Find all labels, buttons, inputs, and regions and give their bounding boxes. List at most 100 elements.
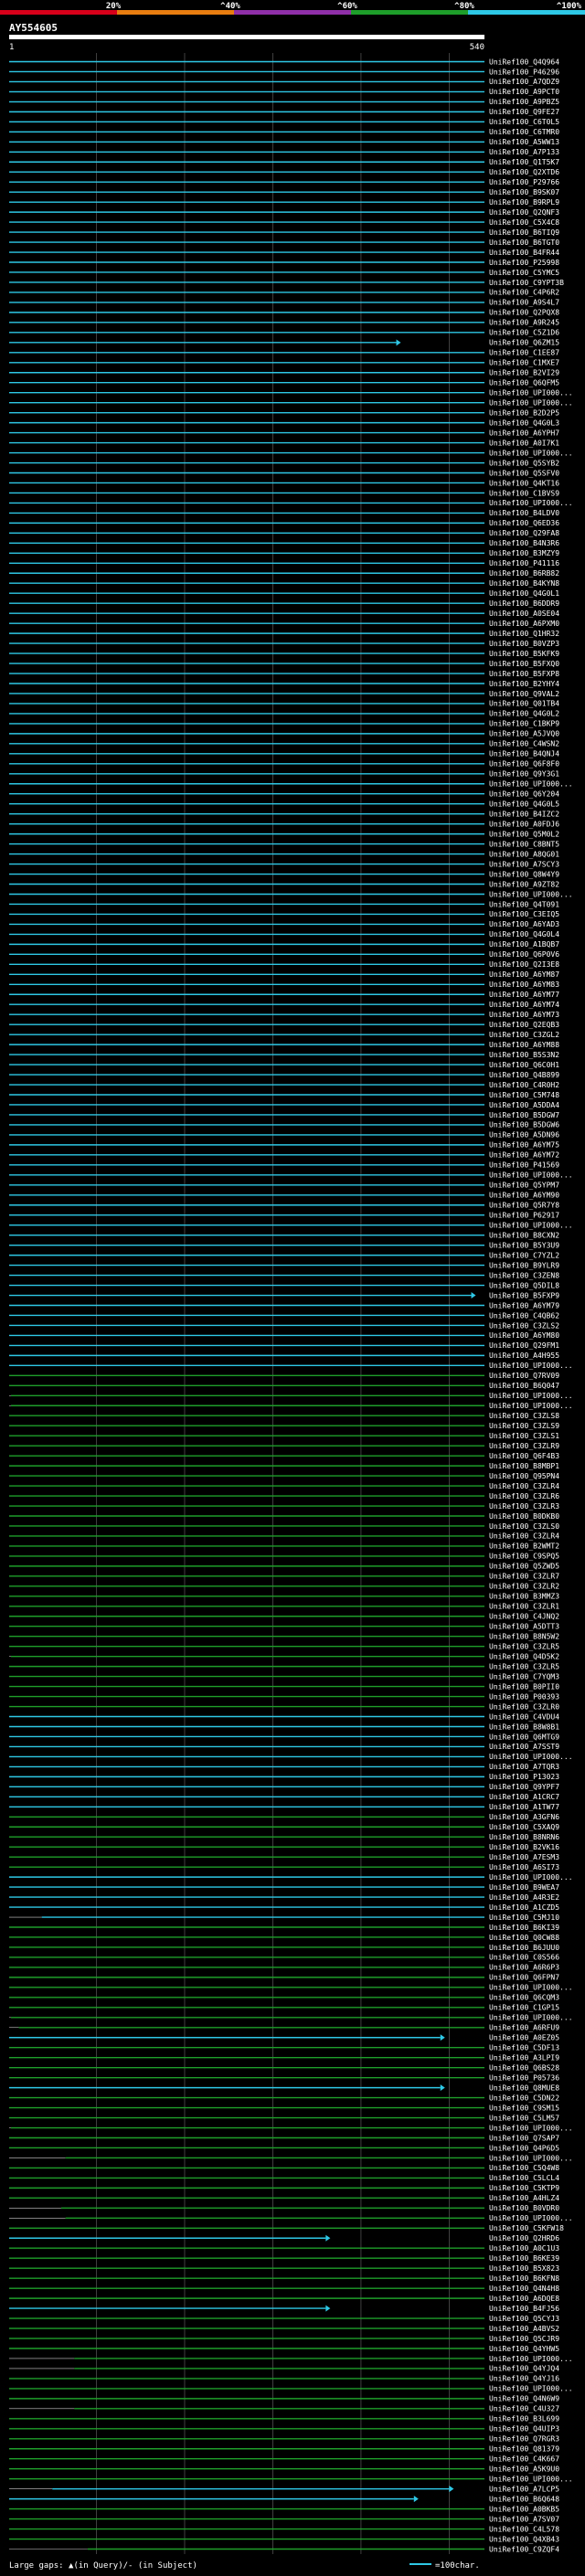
hit-label: UniRef100_C7YZL2: [489, 1251, 559, 1259]
hit-label: UniRef100_P29766: [489, 178, 559, 186]
hit-label: UniRef100_B9RPL9: [489, 198, 559, 207]
hit-label: UniRef100_B4IZC2: [489, 810, 559, 818]
hit-label: UniRef100_B6KI39: [489, 1924, 559, 1932]
hit-label: UniRef100_C3EIQ5: [489, 910, 559, 918]
hit-label: UniRef100_C4U327: [489, 2405, 559, 2413]
hit-label: UniRef100_B2WMT2: [489, 1542, 559, 1551]
hit-label: UniRef100_C3ZLR7: [489, 1573, 559, 1581]
hit-label: UniRef100_B6TGT0: [489, 239, 559, 247]
hit-label: UniRef100_P00393: [489, 1692, 559, 1701]
hit-label: UniRef100_A9PCT0: [489, 88, 559, 96]
hit-label: UniRef100_A9S4L7: [489, 299, 559, 307]
hit-label: UniRef100_Q2QNF3: [489, 208, 559, 217]
identity-scale-segment: [117, 10, 234, 15]
hit-label: UniRef100_A1TW77: [489, 1803, 559, 1811]
hit-label: UniRef100_A6YM73: [489, 1011, 559, 1019]
hit-label: UniRef100_B0PII0: [489, 1682, 559, 1691]
hit-label: UniRef100_B5Y3U9: [489, 1241, 559, 1249]
hit-label: UniRef100_Q2HRD6: [489, 2234, 559, 2242]
hit-label: UniRef100_UPI000...: [489, 2154, 573, 2162]
legend-text: Large gaps: ▲(in Query)/- (in Subject): [9, 2561, 197, 2571]
hit-label: UniRef100_UPI000...: [489, 398, 573, 407]
hit-label: UniRef100_A4BVS2: [489, 2325, 559, 2333]
hit-label: UniRef100_A1CZD5: [489, 1903, 559, 1912]
hit-label: UniRef100_B3L699: [489, 2415, 559, 2423]
hit-label: UniRef100_B3MMZ3: [489, 1593, 559, 1601]
hit-label: UniRef100_Q01TB4: [489, 700, 559, 708]
hit-label: UniRef100_Q4G0L2: [489, 710, 559, 718]
hit-label: UniRef100_C9ZQF4: [489, 2545, 559, 2553]
hit-label: UniRef100_B8CXN2: [489, 1231, 559, 1239]
hit-label: UniRef100_A8QG01: [489, 850, 559, 858]
hit-label: UniRef100_A7QDZ9: [489, 78, 559, 86]
hit-label: UniRef100_UPI000...: [489, 1392, 573, 1400]
hit-label: UniRef100_C3ZLR2: [489, 1583, 559, 1591]
hit-rows: UniRef100_Q4Q964 UniRef100_P46296 UniRef10…: [9, 58, 573, 2553]
hit-label: UniRef100_A6YM88: [489, 1041, 559, 1049]
hit-label: UniRef100_A0FDJ6: [489, 820, 559, 828]
hit-label: UniRef100_C3ZLR4: [489, 1532, 559, 1541]
hit-label: UniRef100_C6T0L5: [489, 118, 559, 126]
hit-label: UniRef100_Q0CW88: [489, 1934, 559, 1942]
hit-label: UniRef100_Q1T5K7: [489, 158, 559, 166]
hit-label: UniRef100_B4N3R6: [489, 539, 559, 547]
hit-label: UniRef100_Q6MTG9: [489, 1733, 559, 1741]
hit-label: UniRef100_Q4N6W9: [489, 2395, 559, 2403]
hit-label: UniRef100_Q4G0L1: [489, 589, 559, 598]
hit-label: UniRef100_C3ZLR0: [489, 1702, 559, 1711]
hit-label: UniRef100_C3ZLS9: [489, 1422, 559, 1430]
hit-label: UniRef100_B5S3N2: [489, 1051, 559, 1059]
hit-label: UniRef100_Q5CYJ3: [489, 2315, 559, 2323]
hit-label: UniRef100_Q5M0L2: [489, 830, 559, 838]
hit-label: UniRef100_Q29FM1: [489, 1341, 559, 1350]
hit-label: UniRef100_Q6ZM15: [489, 339, 559, 347]
hit-label: UniRef100_Q5YPM7: [489, 1182, 559, 1190]
hit-label: UniRef100_A0BKB5: [489, 2505, 559, 2513]
hit-label: UniRef100_A6YM77: [489, 991, 559, 999]
hit-label: UniRef100_Q6Y204: [489, 790, 559, 799]
hit-label: UniRef100_B4FJ56: [489, 2305, 559, 2313]
hit-label: UniRef100_A9PBZ5: [489, 98, 559, 106]
hit-label: UniRef100_Q5ZWD5: [489, 1563, 559, 1571]
hit-arrow: [449, 2486, 454, 2493]
gridlines: [96, 53, 450, 2554]
hit-label: UniRef100_Q4UIP3: [489, 2425, 559, 2433]
hit-label: UniRef100_A7SCY3: [489, 860, 559, 868]
hit-label: UniRef100_Q81379: [489, 2445, 559, 2454]
hit-label: UniRef100_A0C1U3: [489, 2244, 559, 2253]
hit-label: UniRef100_B6TIQ9: [489, 228, 559, 237]
alignment-overview-chart: 20% ^40% ^60% ^80% ^100% AY554605 1 540 UniR…: [0, 2, 585, 2571]
hit-label: UniRef100_C1GP15: [489, 2004, 559, 2012]
hit-label: UniRef100_C7YQM3: [489, 1672, 559, 1680]
hit-label: UniRef100_C3ZLR1: [489, 1603, 559, 1611]
hit-label: UniRef100_B9WEA7: [489, 1883, 559, 1892]
hit-label: UniRef100_C3ZLS2: [489, 1321, 559, 1330]
hit-label: UniRef100_Q6BS28: [489, 2063, 559, 2072]
hit-label: UniRef100_UPI000...: [489, 2475, 573, 2483]
hit-label: UniRef100_Q4YHW5: [489, 2345, 559, 2353]
query-bar: [9, 35, 484, 39]
hit-label: UniRef100_Q5SFV0: [489, 469, 559, 477]
hit-label: UniRef100_P25998: [489, 259, 559, 267]
hit-label: UniRef100_B5FXP8: [489, 670, 559, 678]
hit-label: UniRef100_A6YM80: [489, 1331, 559, 1340]
hit-label: UniRef100_A9ZT82: [489, 880, 559, 888]
hit-label: UniRef100_B5FXQ0: [489, 660, 559, 668]
hit-label: UniRef100_C3ZLS8: [489, 1412, 559, 1420]
hit-label: UniRef100_A5K9U0: [489, 2465, 559, 2474]
hit-label: UniRef100_Q4YJ16: [489, 2375, 559, 2383]
hit-label: UniRef100_C4L578: [489, 2525, 559, 2533]
hit-label: UniRef100_B6RB82: [489, 569, 559, 578]
hit-label: UniRef100_Q4N4H8: [489, 2284, 559, 2293]
hit-label: UniRef100_A6YM79: [489, 1301, 559, 1309]
hit-label: UniRef100_A1BQB7: [489, 940, 559, 949]
hit-label: UniRef100_Q4T091: [489, 900, 559, 908]
hit-label: UniRef100_B2VK16: [489, 1843, 559, 1851]
hit-label: UniRef100_C5Q4W8: [489, 2164, 559, 2172]
hit-label: UniRef100_C5MJ10: [489, 1913, 559, 1922]
hit-label: UniRef100_A6YM72: [489, 1151, 559, 1160]
hit-label: UniRef100_Q6P0V6: [489, 950, 559, 959]
hit-label: UniRef100_Q6FPN7: [489, 1974, 559, 1982]
axis-end-label: 540: [470, 43, 484, 52]
hit-label: UniRef100_UPI000...: [489, 1171, 573, 1180]
